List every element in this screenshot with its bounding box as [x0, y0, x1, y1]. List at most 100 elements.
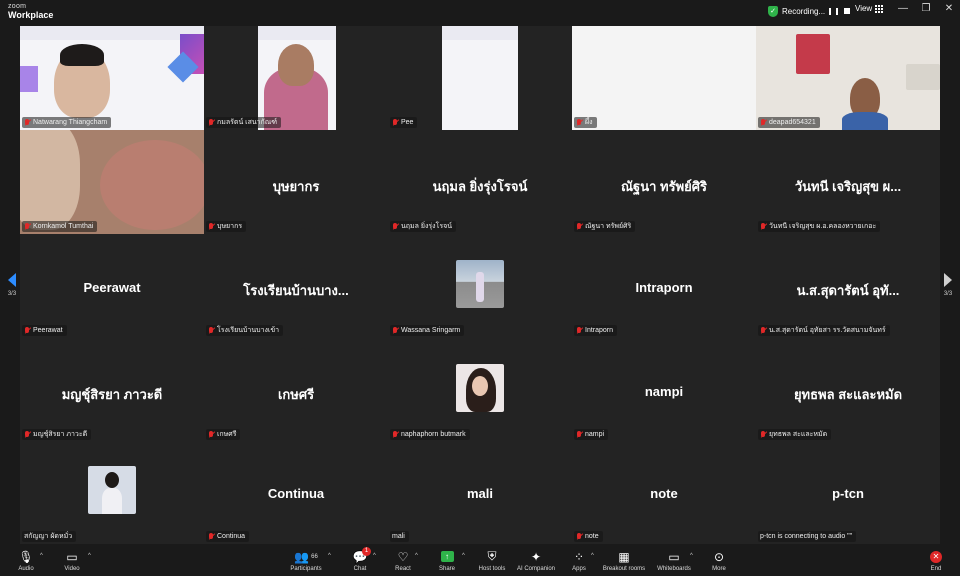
whiteboards-options-caret[interactable]: ^: [690, 553, 693, 559]
participant-name-label: mali: [390, 531, 409, 542]
mic-muted-icon: [392, 222, 398, 231]
mic-muted-icon: [576, 222, 582, 231]
mic-muted-icon: [576, 118, 582, 127]
arrow-right-icon: [944, 273, 952, 287]
participant-display-name: mali: [466, 486, 493, 501]
security-shield-icon[interactable]: ✓: [768, 5, 778, 17]
previous-page-button[interactable]: 3/3: [2, 262, 22, 308]
next-page-button[interactable]: 3/3: [938, 262, 958, 308]
end-call-icon: ✕: [930, 550, 942, 563]
end-meeting-button[interactable]: ✕ End: [914, 549, 958, 572]
participant-display-name: ยุทธพล สะและหมัด: [793, 387, 903, 402]
participants-options-caret[interactable]: ^: [328, 553, 331, 559]
participant-avatar: [456, 364, 504, 412]
participant-tile[interactable]: Natwarang Thiangcham: [20, 26, 204, 130]
stop-recording-icon[interactable]: [842, 7, 851, 16]
participant-tile[interactable]: Wassana Sringarm: [388, 234, 572, 338]
participant-tile[interactable]: Kornkamol Tumthai: [20, 130, 204, 234]
apps-icon: ⁘: [573, 549, 585, 564]
participant-video: [100, 140, 204, 230]
more-button[interactable]: ⊙ More: [697, 549, 741, 573]
participant-tile[interactable]: เกษศรี เกษศรี: [204, 338, 388, 442]
view-button[interactable]: View: [855, 4, 884, 13]
participant-name-label: Peerawat: [22, 325, 67, 336]
grid-view-icon: [875, 4, 884, 13]
share-options-caret[interactable]: ^: [462, 553, 465, 559]
participant-tile[interactable]: สกัญญา ผัดหมั่ว: [20, 440, 204, 544]
participant-display-name: นฤมล ยิ่งรุ่งโรจน์: [432, 179, 528, 194]
participant-name-label: บุษยากร: [206, 221, 247, 232]
participant-display-name: น.ส.สุดารัตน์ อุทั...: [796, 283, 900, 298]
participant-tile[interactable]: ยุทธพล สะและหมัด ยุทธพล สะและหมัด: [756, 338, 940, 442]
participant-display-name: Intraporn: [635, 280, 693, 295]
mic-muted-icon: [392, 430, 398, 439]
participant-display-name: มญชุ์สิรยา ภาวะดี: [61, 387, 163, 402]
mic-muted-icon: [24, 326, 30, 335]
participants-button[interactable]: 👥 66 Participants: [284, 549, 328, 573]
participant-tile[interactable]: มญชุ์สิรยา ภาวะดี มญชุ์สิรยา ภาวะดี: [20, 338, 204, 442]
participant-tile[interactable]: p-tcn p-tcn is connecting to audio "": [756, 440, 940, 544]
maximize-button[interactable]: ❐: [919, 3, 933, 14]
participant-name-label: วันทนี เจริญสุข ผ.อ.คลองหวายเกอะ: [758, 221, 881, 232]
participant-avatar: [456, 260, 504, 308]
participant-tile[interactable]: Intraporn Intraporn: [572, 234, 756, 338]
apps-options-caret[interactable]: ^: [591, 553, 594, 559]
react-button[interactable]: ♡ React: [381, 549, 425, 573]
video-options-caret[interactable]: ^: [88, 553, 91, 559]
participant-tile[interactable]: nampi nampi: [572, 338, 756, 442]
title-bar: zoom Workplace ✓ Recording... View — ❐ ✕: [0, 0, 960, 22]
mic-muted-icon: [576, 326, 582, 335]
share-screen-icon: ↑: [440, 551, 454, 562]
participant-tile[interactable]: Continua Continua: [204, 440, 388, 544]
brand-bottom: Workplace: [8, 10, 54, 20]
chat-unread-badge: 1: [362, 547, 371, 556]
mic-muted-icon: [208, 430, 214, 439]
breakout-grid-icon: ▦: [618, 549, 630, 564]
participant-tile[interactable]: Pee: [388, 26, 572, 130]
participant-display-name: เกษศรี: [277, 387, 315, 402]
participant-name-label: p-tcn is connecting to audio "": [758, 531, 857, 542]
participant-tile[interactable]: วันทนี เจริญสุข ผ... วันทนี เจริญสุข ผ.อ…: [756, 130, 940, 234]
chat-options-caret[interactable]: ^: [373, 553, 376, 559]
host-tools-button[interactable]: ⛨ Host tools: [470, 549, 514, 572]
participant-name-label: ผึ้ง: [574, 117, 597, 128]
close-window-button[interactable]: ✕: [942, 3, 956, 14]
participant-name-label: เกษศรี: [206, 429, 241, 440]
participant-name-label: Kornkamol Tumthai: [22, 221, 98, 232]
mic-muted-icon: [208, 222, 214, 231]
participant-name-label: กมลรัตน์ เสนากัณฑ์: [206, 117, 282, 128]
mic-muted-icon: [760, 430, 766, 439]
participant-tile[interactable]: นฤมล ยิ่งรุ่งโรจน์ นฤมล ยิ่งรุ่งโรจน์: [388, 130, 572, 234]
participant-tile[interactable]: บุษยากร บุษยากร: [204, 130, 388, 234]
participant-tile[interactable]: mali mali: [388, 440, 572, 544]
participant-tile[interactable]: ณัฐนา ทรัพย์ศิริ ณัฐนา ทรัพย์ศิริ: [572, 130, 756, 234]
mic-muted-icon: [392, 118, 398, 127]
participant-name-label: deapad654321: [758, 117, 820, 128]
participant-name-label: Natwarang Thiangcham: [22, 117, 112, 128]
participant-tile[interactable]: น.ส.สุดารัตน์ อุทั... น.ส.สุดารัตน์ อุทั…: [756, 234, 940, 338]
participant-name-label: ณัฐนา ทรัพย์ศิริ: [574, 221, 636, 232]
participant-tile[interactable]: กมลรัตน์ เสนากัณฑ์: [204, 26, 388, 130]
participant-tile[interactable]: โรงเรียนบ้านบาง... โรงเรียนบ้านบางเข้า: [204, 234, 388, 338]
mic-muted-icon: [392, 326, 398, 335]
participant-tile[interactable]: Peerawat Peerawat: [20, 234, 204, 338]
participant-tile[interactable]: deapad654321: [756, 26, 940, 130]
react-options-caret[interactable]: ^: [415, 553, 418, 559]
participant-name-label: มญชุ์สิรยา ภาวะดี: [22, 429, 92, 440]
audio-options-caret[interactable]: ^: [40, 553, 43, 559]
page-indicator-right: 3/3: [943, 291, 953, 297]
participant-name-label: โรงเรียนบ้านบางเข้า: [206, 325, 284, 336]
mic-muted-icon: [24, 222, 30, 231]
participants-icon: 👥 66: [294, 549, 318, 564]
participant-tile[interactable]: ผึ้ง: [572, 26, 756, 130]
mic-muted-icon: [760, 326, 766, 335]
apps-button[interactable]: ⁘ Apps: [557, 549, 601, 573]
minimize-button[interactable]: —: [896, 3, 910, 14]
ai-companion-button[interactable]: ✦ AI Companion: [514, 549, 558, 573]
participant-tile[interactable]: note note: [572, 440, 756, 544]
page-indicator-left: 3/3: [7, 291, 17, 297]
participant-tile[interactable]: naphaphorn butmark: [388, 338, 572, 442]
pause-recording-icon[interactable]: [829, 7, 838, 16]
participant-display-name: ณัฐนา ทรัพย์ศิริ: [620, 179, 707, 194]
breakout-rooms-button[interactable]: ▦ Breakout rooms: [602, 549, 646, 573]
